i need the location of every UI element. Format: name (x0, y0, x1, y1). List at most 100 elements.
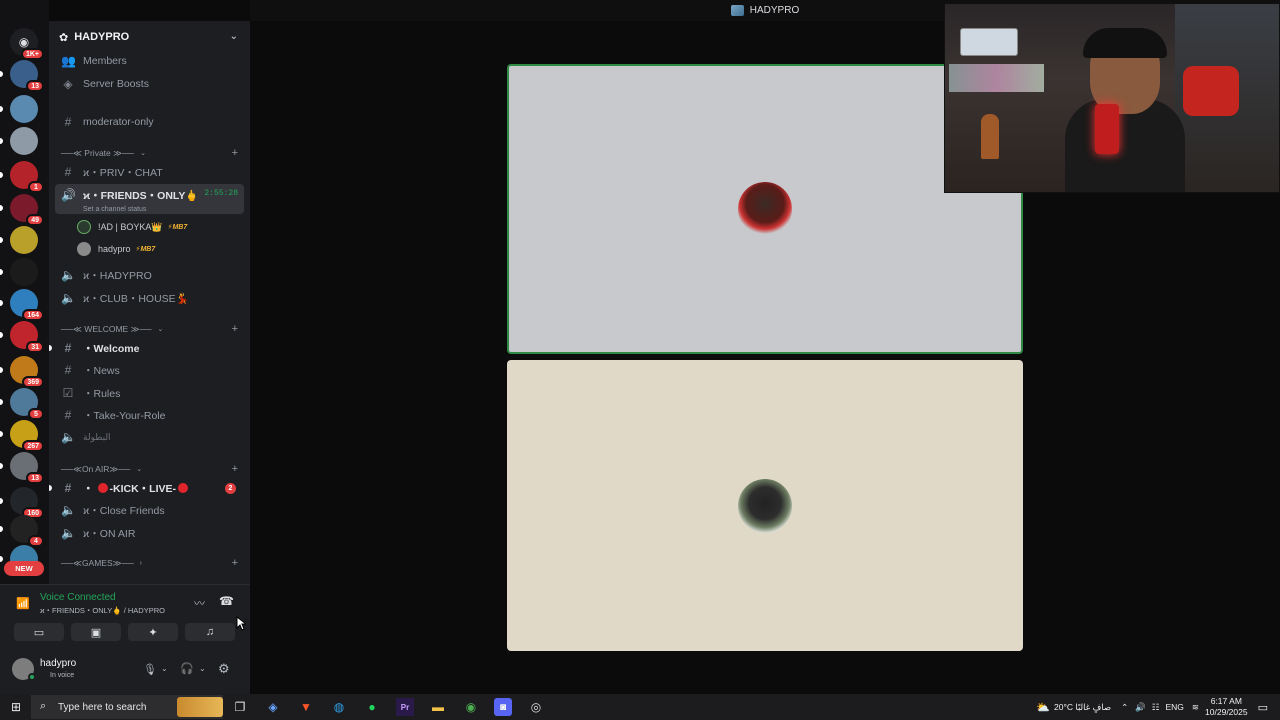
channel-friends-only[interactable]: 🔊 ϰ・FRIENDS・ONLY🖕 Set a channel status 2… (55, 184, 244, 214)
activities-button[interactable]: ✦ (128, 623, 178, 641)
unread-indicator (0, 300, 3, 306)
channel-club-house[interactable]: 🔈 ϰ・CLUB・HOUSE💃 (55, 288, 244, 308)
channel-moderator-only[interactable]: # moderator-only (55, 112, 244, 132)
premiere-icon[interactable]: Pr (396, 698, 414, 716)
soundboard-button[interactable]: ♫ (185, 623, 235, 641)
server-icon-button[interactable] (0, 95, 38, 123)
category-on-air[interactable]: ──≪On AIR≫── ⌄ + (61, 462, 244, 476)
noise-suppression-icon[interactable]: 〰 (194, 595, 205, 611)
mention-badge: 49 (26, 214, 44, 226)
server-icon-button[interactable]: 5 (0, 388, 44, 420)
channel-take-your-role[interactable]: # ・Take-Your-Role (55, 405, 244, 425)
windows-start-icon[interactable]: ⊞ (7, 698, 25, 716)
direct-messages-button[interactable]: ◉ 1K+ (10, 28, 44, 60)
unread-indicator (0, 269, 3, 275)
speaker-icon: 🔊 (61, 188, 76, 202)
chevron-down-icon: ⌄ (140, 150, 146, 157)
add-channel-icon[interactable]: + (232, 463, 238, 475)
server-icon-button[interactable]: 267 (0, 420, 44, 452)
chevron-up-icon[interactable]: ⌃ (1121, 702, 1128, 713)
server-icon-button[interactable]: 4 (0, 515, 44, 547)
unread-indicator (0, 498, 3, 504)
task-view-icon[interactable]: ❐ (231, 698, 249, 716)
hash-icon: # (64, 115, 72, 129)
user-name[interactable]: hadypro (40, 658, 76, 669)
notifications-icon[interactable]: ▭ (1258, 701, 1268, 714)
hash-icon: # (64, 363, 72, 377)
discord-taskbar-icon[interactable]: ◙ (494, 698, 512, 716)
chevron-down-icon[interactable]: ⌄ (199, 664, 206, 673)
channel-on-air[interactable]: 🔈 ϰ・ON AIR (55, 523, 244, 543)
channel-welcome[interactable]: # ・Welcome (49, 338, 244, 358)
disconnect-icon[interactable]: ☎ (219, 594, 234, 608)
brave-icon[interactable]: ▼ (297, 698, 315, 716)
members-link[interactable]: 👥 Members (55, 51, 244, 71)
chrome-icon[interactable]: ◉ (462, 698, 480, 716)
language-indicator[interactable]: ENG (1166, 702, 1184, 712)
microphone-icon[interactable]: 🎙 (143, 663, 157, 676)
wifi-icon[interactable]: ≋ (1192, 702, 1199, 713)
voice-member[interactable]: !AD | BOYKA👑 ⚡MB7 (77, 218, 187, 236)
system-tray: ⛅ 20°C صافٍ غالبًا ⌃ 🔊 ☷ ENG ≋ 6:17 AM 1… (1036, 694, 1280, 720)
file-explorer-icon[interactable]: ▬ (429, 698, 447, 716)
category-games[interactable]: ──≪GAMES≫── › + (61, 556, 244, 570)
chevron-down-icon[interactable]: ⌄ (161, 664, 168, 673)
channel-priv-chat[interactable]: # ϰ・PRIV・CHAT (55, 162, 244, 182)
server-icon-button[interactable]: 31 (0, 321, 44, 353)
channel-status-prompt[interactable]: Set a channel status (83, 206, 198, 213)
server-boosts-link[interactable]: ◈ Server Boosts (55, 74, 244, 94)
channel-hadypro[interactable]: 🔈 ϰ・HADYPRO (55, 265, 244, 285)
server-icon-button[interactable]: 164 (0, 289, 44, 321)
clock[interactable]: 6:17 AM 10/29/2025 (1205, 696, 1248, 718)
server-icon-button[interactable]: 160 (0, 487, 44, 519)
channel-rules[interactable]: ☑ ・Rules (55, 383, 244, 403)
server-icon-button[interactable] (0, 226, 38, 254)
signal-icon[interactable]: 📶 (16, 597, 30, 610)
voice-panel: 📶 Voice Connected ϰ・FRIENDS・ONLY🖕 / HADY… (0, 584, 250, 694)
headphones-icon[interactable]: 🎧 (180, 662, 194, 675)
obs-icon[interactable]: ◎ (527, 698, 545, 716)
voice-member[interactable]: hadypro ⚡MB7 (77, 240, 155, 258)
speaker-icon: 🔈 (61, 430, 76, 444)
server-icon-button[interactable]: 1 (0, 161, 44, 193)
channel-news[interactable]: # ・News (55, 360, 244, 380)
weather-text[interactable]: 20°C صافٍ غالبًا (1054, 702, 1111, 713)
screen-share-button[interactable]: ▣ (71, 623, 121, 641)
unread-indicator (0, 463, 3, 469)
network-icon[interactable]: ☷ (1152, 702, 1160, 713)
voice-timer: 2:55:28 (204, 189, 238, 198)
add-channel-icon[interactable]: + (232, 557, 238, 569)
server-icon-button[interactable]: 369 (0, 356, 44, 388)
unread-indicator (49, 345, 52, 351)
speaker-icon: 🔈 (61, 291, 76, 305)
edge-icon[interactable]: ◍ (330, 698, 348, 716)
chevron-down-icon: ⌄ (157, 326, 164, 333)
speaker-icon: 🔈 (61, 268, 76, 282)
gear-icon[interactable]: ⚙ (218, 661, 230, 677)
rules-icon: ☑ (62, 386, 74, 400)
taskbar-search[interactable]: ⌕ Type here to search (31, 695, 223, 719)
channel-close-friends[interactable]: 🔈 ϰ・Close Friends (55, 500, 244, 520)
add-channel-icon[interactable]: + (232, 323, 238, 335)
category-welcome[interactable]: ──≪ WELCOME ≫── ⌄ + (61, 322, 244, 336)
channel-tournament[interactable]: 🔈 البطولة (55, 427, 244, 447)
server-icon-button[interactable]: 13 (0, 60, 44, 92)
voice-channel-path[interactable]: ϰ・FRIENDS・ONLY🖕 / HADYPRO (40, 605, 165, 616)
voice-status[interactable]: Voice Connected (40, 592, 116, 603)
volume-icon[interactable]: 🔊 (1135, 702, 1146, 713)
boost-icon: ◈ (63, 77, 73, 91)
server-header[interactable]: ✿ HADYPRO ⌄ (49, 21, 250, 53)
add-channel-icon[interactable]: + (232, 147, 238, 159)
server-icon-button[interactable]: 13 (0, 452, 44, 484)
server-icon-button[interactable]: 49 (0, 194, 44, 226)
channel-kick-live[interactable]: # ・ -KICK・LIVE- 2 (49, 478, 244, 498)
spotify-icon[interactable]: ● (363, 698, 381, 716)
camera-button[interactable]: ▭ (14, 623, 64, 641)
new-servers-pill[interactable]: NEW (4, 561, 44, 576)
video-tile[interactable] (507, 360, 1023, 651)
server-icon-button[interactable] (0, 127, 38, 155)
server-icon-button[interactable] (0, 258, 38, 286)
copilot-icon[interactable]: ◈ (264, 698, 282, 716)
webcam-overlay (944, 3, 1280, 193)
category-private[interactable]: ──≪ Private ≫── ⌄ + (61, 146, 244, 160)
